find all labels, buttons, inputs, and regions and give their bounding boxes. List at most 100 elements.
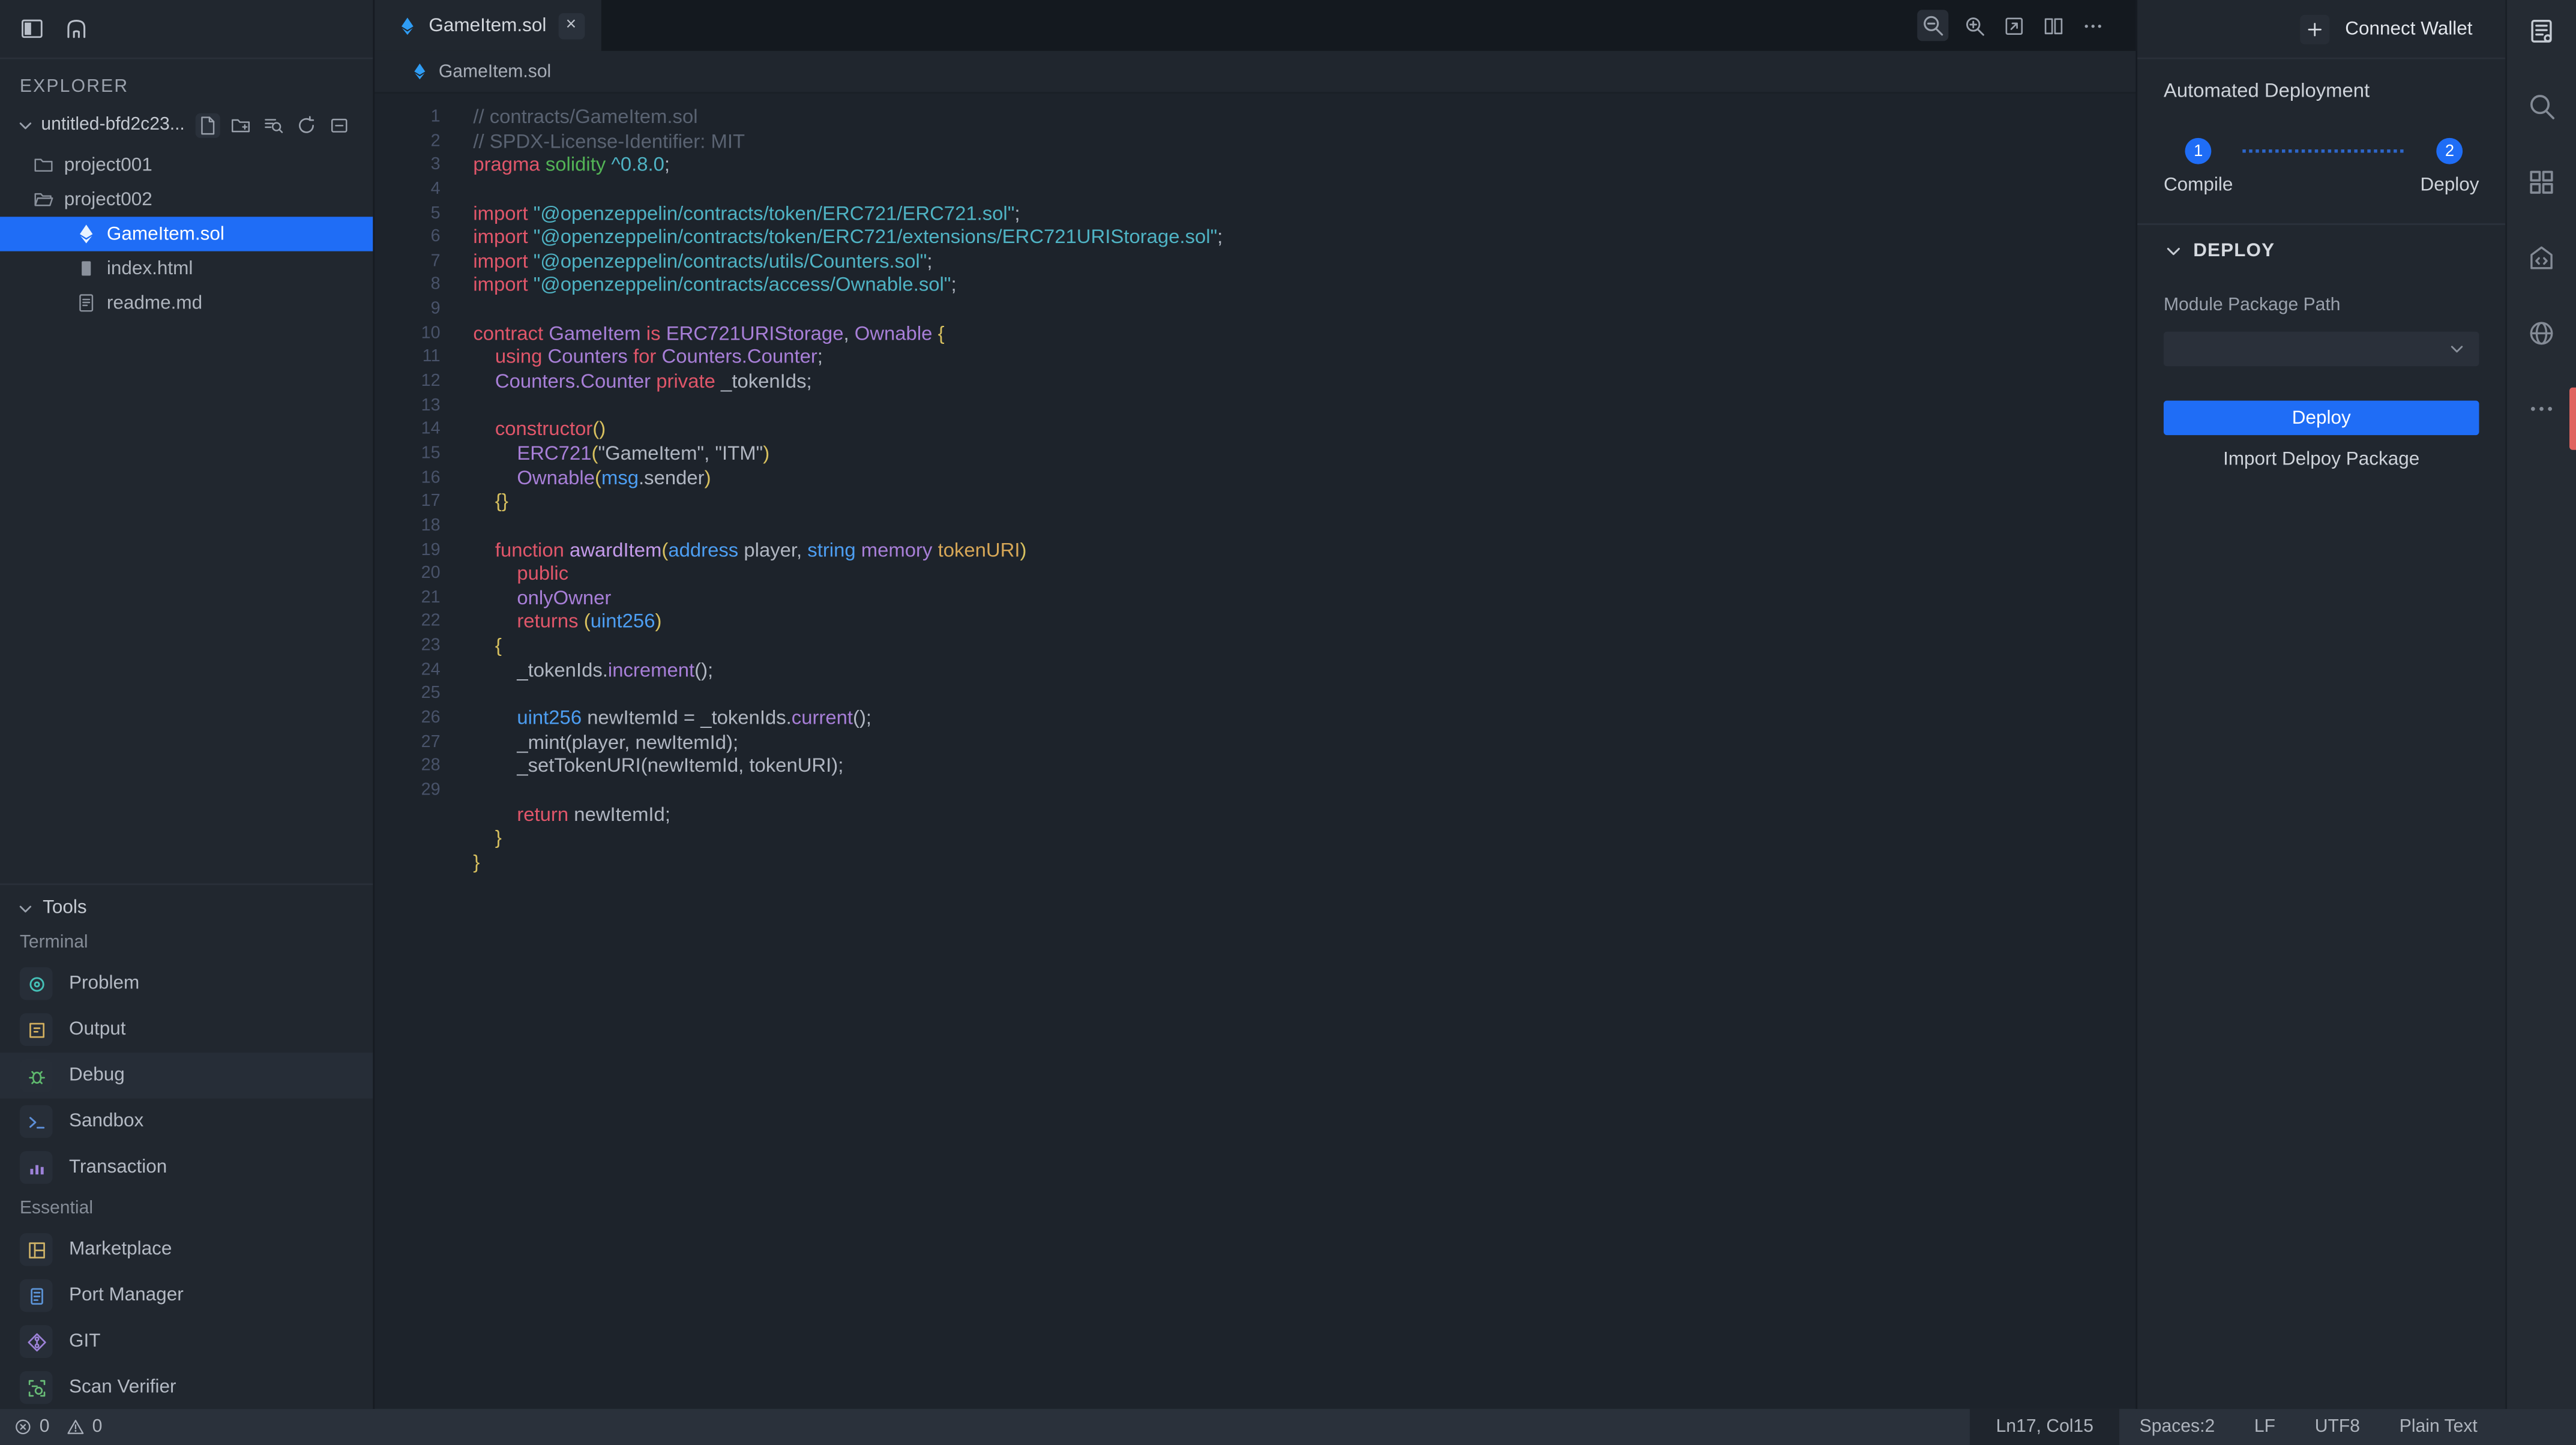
tool-item-transaction[interactable]: Transaction <box>0 1144 373 1191</box>
panel-top: Connect Wallet <box>2137 0 2505 59</box>
tree-item-project002[interactable]: project002 <box>0 182 373 217</box>
workspace-name: untitled-bfd2c23... <box>41 115 185 135</box>
more-icon[interactable] <box>2527 394 2556 424</box>
module-package-path-select[interactable] <box>2164 332 2479 366</box>
line-number: 19 <box>375 538 440 562</box>
step-number: 1 <box>2185 138 2212 164</box>
tool-item-label: Sandbox <box>69 1112 143 1132</box>
line-number: 15 <box>375 442 440 466</box>
tree-item-project001[interactable]: project001 <box>0 148 373 182</box>
tree-item-readme.md[interactable]: readme.md <box>0 286 373 320</box>
tool-tile <box>20 1151 53 1184</box>
code-text: import "@openzeppelin/contracts/utils/Co… <box>473 249 932 273</box>
connect-wallet-label: Connect Wallet <box>2345 19 2472 38</box>
tools-header[interactable]: Tools <box>0 892 373 925</box>
code-text: contract GameItem is ERC721URIStorage, O… <box>473 322 944 346</box>
tool-item-port-manager[interactable]: Port Manager <box>0 1273 373 1319</box>
home-code-icon[interactable] <box>2527 243 2556 272</box>
code-text: pragma solidity ^0.8.0; <box>473 153 670 177</box>
section-label-terminal: Terminal <box>0 925 373 961</box>
workspace-row[interactable]: untitled-bfd2c23... <box>0 105 373 145</box>
sandbox-icon <box>25 1111 47 1132</box>
code-text: // SPDX-License-Identifier: MIT <box>473 129 745 153</box>
code-line: 28 _setTokenURI(newItemId, tokenURI); <box>375 754 2135 778</box>
statusbar-cell-utf8[interactable]: UTF8 <box>2295 1409 2380 1445</box>
deploy-button[interactable]: Deploy <box>2164 401 2479 435</box>
search-icon[interactable] <box>2527 92 2556 121</box>
tree-item-label: GameItem.sol <box>107 224 224 244</box>
sidebar: EXPLORER untitled-bfd2c23... project001p… <box>0 0 375 1409</box>
export-icon[interactable] <box>2001 13 2027 39</box>
code-text: uint256 newItemId = _tokenIds.current(); <box>473 706 871 730</box>
tool-item-sandbox[interactable]: Sandbox <box>0 1099 373 1145</box>
deployment-panel-icon[interactable] <box>2527 16 2556 46</box>
step-label: Compile <box>2164 176 2233 196</box>
zoom-out-icon[interactable] <box>1917 10 1948 41</box>
code-line: 27 _mint(player, newItemId); <box>375 730 2135 754</box>
tool-tile <box>20 1233 53 1266</box>
tree-item-label: readme.md <box>107 293 202 313</box>
line-number: 17 <box>375 490 440 514</box>
folder-icon <box>33 154 55 176</box>
tree-item-GameItem.sol[interactable]: GameItem.sol <box>0 217 373 251</box>
line-number <box>375 802 440 826</box>
statusbar-cell-ln17-col15[interactable]: Ln17, Col15 <box>1970 1409 2120 1445</box>
tools-label: Tools <box>43 898 87 918</box>
tool-item-label: Port Manager <box>69 1286 184 1306</box>
statusbar-cell-plain-text[interactable]: Plain Text <box>2380 1409 2497 1445</box>
more-icon[interactable] <box>2080 13 2106 39</box>
code-line: 9 <box>375 298 2135 322</box>
tree-item-index.html[interactable]: index.html <box>0 251 373 286</box>
code-text: import "@openzeppelin/contracts/token/ER… <box>473 225 1223 249</box>
file-html-icon <box>76 258 97 280</box>
search-files-icon[interactable] <box>261 112 286 137</box>
code-text: import "@openzeppelin/contracts/token/ER… <box>473 201 1020 225</box>
code-text: Counters.Counter private _tokenIds; <box>473 370 811 394</box>
tool-item-git[interactable]: GIT <box>0 1318 373 1365</box>
panel-toggle-icon[interactable] <box>20 16 44 41</box>
line-number: 25 <box>375 682 440 706</box>
tool-item-problem[interactable]: Problem <box>0 961 373 1007</box>
chevron-down-icon <box>2448 340 2466 358</box>
breadcrumb-label: GameItem.sol <box>439 62 551 82</box>
tools-sections: TerminalProblemOutputDebug Sandbox Transac… <box>0 925 373 1409</box>
refresh-icon[interactable] <box>294 112 319 137</box>
close-icon[interactable]: × <box>558 13 585 39</box>
tool-item-marketplace[interactable]: Marketplace <box>0 1227 373 1273</box>
code-area[interactable]: 1// contracts/GameItem.sol2// SPDX-Licen… <box>375 94 2135 1409</box>
tool-item-scan-verifier[interactable]: Scan Verifier <box>0 1365 373 1409</box>
dashboard-grid-icon[interactable] <box>2527 167 2556 197</box>
code-line: 14 constructor() <box>375 418 2135 442</box>
code-text: { <box>473 634 502 658</box>
tool-item-output[interactable]: Output <box>0 1006 373 1053</box>
tool-tile <box>20 1105 53 1138</box>
zoom-in-icon[interactable] <box>1961 13 1988 39</box>
new-folder-icon[interactable] <box>228 112 253 137</box>
git-icon <box>25 1331 47 1353</box>
import-deploy-package-link[interactable]: Import Delpoy Package <box>2137 450 2505 470</box>
problems-summary[interactable]: 0 0 <box>0 1417 112 1437</box>
step-compile: 1 Compile <box>2164 138 2233 196</box>
chevron-down-icon <box>2164 241 2183 261</box>
connect-wallet-button[interactable]: Connect Wallet <box>2301 14 2472 43</box>
file-tree: project001project002 GameItem.sol index.ht… <box>0 148 373 320</box>
code-text: // contracts/GameItem.sol <box>473 105 697 129</box>
tab-gameitem-sol[interactable]: GameItem.sol × <box>375 0 601 51</box>
line-number: 21 <box>375 586 440 610</box>
tool-item-label: Transaction <box>69 1158 167 1177</box>
collapse-all-icon[interactable] <box>327 112 352 137</box>
home-icon[interactable] <box>64 16 89 41</box>
split-view-icon[interactable] <box>2041 13 2067 39</box>
tool-item-debug[interactable]: Debug <box>0 1053 373 1099</box>
statusbar-cell-lf[interactable]: LF <box>2234 1409 2295 1445</box>
statusbar-cell-spaces-2[interactable]: Spaces:2 <box>2120 1409 2234 1445</box>
statusbar: 0 0 Ln17, Col15Spaces:2LFUTF8Plain Text <box>0 1409 2576 1445</box>
line-number: 29 <box>375 778 440 802</box>
tool-tile <box>20 1279 53 1312</box>
globe-icon[interactable] <box>2527 319 2556 348</box>
tool-item-label: GIT <box>69 1332 100 1351</box>
code-text: } <box>473 826 501 850</box>
code-line: 10contract GameItem is ERC721URIStorage,… <box>375 322 2135 346</box>
deploy-section-header[interactable]: DEPLOY <box>2137 225 2505 261</box>
new-file-icon[interactable] <box>196 112 220 137</box>
